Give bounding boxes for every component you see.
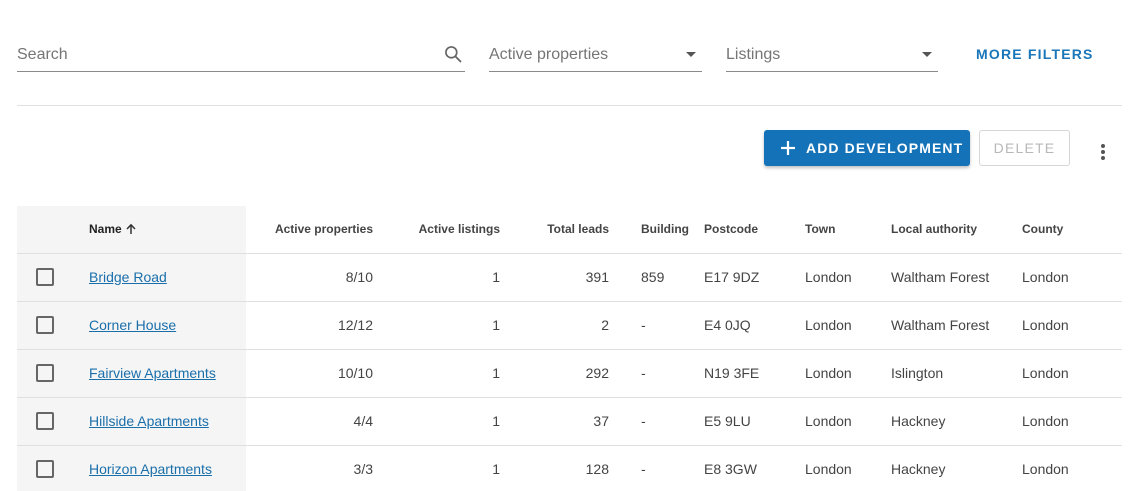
- active-properties-cell: 4/4: [246, 396, 373, 445]
- delete-button[interactable]: DELETE: [979, 130, 1070, 166]
- county-cell: London: [1022, 396, 1122, 445]
- county-cell: London: [1022, 300, 1122, 349]
- header-name-label: Name: [89, 222, 122, 237]
- postcode-cell: E8 3GW: [704, 444, 805, 491]
- active-properties-cell: 8/10: [246, 252, 373, 301]
- table-row[interactable]: Horizon Apartments 3/3 1 128- E8 3GW London Ha…: [17, 444, 1122, 491]
- header-county[interactable]: County: [1022, 206, 1122, 253]
- active-listings-cell: 1: [373, 348, 500, 397]
- total-leads-cell: 128: [500, 444, 609, 491]
- name-cell: Fairview Apartments: [75, 348, 246, 397]
- delete-label: DELETE: [993, 140, 1056, 156]
- total-leads-cell: 292: [500, 348, 609, 397]
- county-cell: London: [1022, 444, 1122, 491]
- active-listings-cell: 1: [373, 444, 500, 491]
- postcode-cell: E4 0JQ: [704, 300, 805, 349]
- table-header-row: Name Active properties Active listings T…: [17, 206, 1122, 253]
- town-cell: London: [805, 252, 891, 301]
- header-total-leads[interactable]: Total leads: [500, 206, 609, 253]
- county-cell: London: [1022, 348, 1122, 397]
- table-row[interactable]: Corner House 12/12 1 2- E4 0JQ London Waltham …: [17, 300, 1122, 349]
- total-leads-cell: 37: [500, 396, 609, 445]
- header-building[interactable]: Building: [609, 206, 704, 253]
- chevron-down-icon: [686, 52, 696, 57]
- active-properties-cell: 3/3: [246, 444, 373, 491]
- active-properties-cell: 12/12: [246, 300, 373, 349]
- row-checkbox-cell: [17, 348, 75, 397]
- row-checkbox[interactable]: [36, 460, 54, 479]
- postcode-cell: N19 3FE: [704, 348, 805, 397]
- search-input[interactable]: Search: [17, 36, 465, 72]
- development-name-link[interactable]: Horizon Apartments: [89, 461, 212, 477]
- postcode-cell: E17 9DZ: [704, 252, 805, 301]
- total-leads-cell: 391: [500, 252, 609, 301]
- active-properties-cell: 10/10: [246, 348, 373, 397]
- add-development-label: ADD DEVELOPMENT: [806, 140, 964, 156]
- name-cell: Hillside Apartments: [75, 396, 246, 445]
- local-authority-cell: Hackney: [891, 444, 1022, 491]
- town-cell: London: [805, 396, 891, 445]
- row-checkbox-cell: [17, 444, 75, 491]
- search-placeholder: Search: [17, 46, 68, 63]
- town-cell: London: [805, 300, 891, 349]
- header-name[interactable]: Name: [75, 206, 246, 253]
- name-cell: Horizon Apartments: [75, 444, 246, 491]
- local-authority-cell: Waltham Forest: [891, 300, 1022, 349]
- row-checkbox[interactable]: [36, 412, 54, 430]
- plus-icon: [781, 141, 795, 155]
- table-row[interactable]: Fairview Apartments 10/10 1 292- N19 3FE Lond…: [17, 348, 1122, 397]
- local-authority-cell: Hackney: [891, 396, 1022, 445]
- row-checkbox[interactable]: [36, 364, 54, 382]
- divider: [17, 105, 1122, 106]
- town-cell: London: [805, 348, 891, 397]
- header-postcode[interactable]: Postcode: [704, 206, 805, 253]
- listings-select[interactable]: Listings: [726, 36, 938, 72]
- header-active-listings[interactable]: Active listings: [373, 206, 500, 253]
- name-cell: Corner House: [75, 300, 246, 349]
- more-filters-button[interactable]: MORE FILTERS: [976, 46, 1094, 62]
- local-authority-cell: Islington: [891, 348, 1022, 397]
- add-development-button[interactable]: ADD DEVELOPMENT: [764, 130, 970, 166]
- header-local-authority[interactable]: Local authority: [891, 206, 1022, 253]
- developments-table: Name Active properties Active listings T…: [17, 206, 1122, 491]
- active-listings-cell: 1: [373, 252, 500, 301]
- building-cell: -: [609, 444, 704, 491]
- row-checkbox[interactable]: [36, 316, 54, 334]
- building-cell: -: [609, 300, 704, 349]
- more-options-icon[interactable]: [1098, 143, 1108, 161]
- table-row[interactable]: Hillside Apartments 4/4 1 37- E5 9LU London Ha…: [17, 396, 1122, 445]
- row-checkbox-cell: [17, 396, 75, 445]
- filter-bar: Search Active properties Listings MORE F…: [17, 36, 1107, 72]
- header-town[interactable]: Town: [805, 206, 891, 253]
- search-icon[interactable]: [443, 44, 463, 64]
- active-properties-select-value: Active properties: [489, 46, 609, 63]
- active-properties-select[interactable]: Active properties: [489, 36, 702, 72]
- name-cell: Bridge Road: [75, 252, 246, 301]
- postcode-cell: E5 9LU: [704, 396, 805, 445]
- active-listings-cell: 1: [373, 300, 500, 349]
- development-name-link[interactable]: Fairview Apartments: [89, 365, 216, 381]
- row-checkbox-cell: [17, 300, 75, 349]
- town-cell: London: [805, 444, 891, 491]
- row-checkbox[interactable]: [36, 268, 54, 286]
- building-cell: 859: [609, 252, 704, 301]
- local-authority-cell: Waltham Forest: [891, 252, 1022, 301]
- chevron-down-icon: [922, 52, 932, 57]
- development-name-link[interactable]: Bridge Road: [89, 269, 167, 285]
- total-leads-cell: 2: [500, 300, 609, 349]
- header-checkbox-cell: [17, 206, 75, 253]
- table-row[interactable]: Bridge Road 8/10 1 391 859 E17 9DZ London Walth…: [17, 252, 1122, 301]
- row-checkbox-cell: [17, 252, 75, 301]
- building-cell: -: [609, 396, 704, 445]
- header-active-properties[interactable]: Active properties: [246, 206, 373, 253]
- development-name-link[interactable]: Hillside Apartments: [89, 413, 209, 429]
- building-cell: -: [609, 348, 704, 397]
- development-name-link[interactable]: Corner House: [89, 317, 176, 333]
- listings-select-value: Listings: [726, 46, 781, 63]
- arrow-up-icon: [126, 223, 136, 235]
- county-cell: London: [1022, 252, 1122, 301]
- active-listings-cell: 1: [373, 396, 500, 445]
